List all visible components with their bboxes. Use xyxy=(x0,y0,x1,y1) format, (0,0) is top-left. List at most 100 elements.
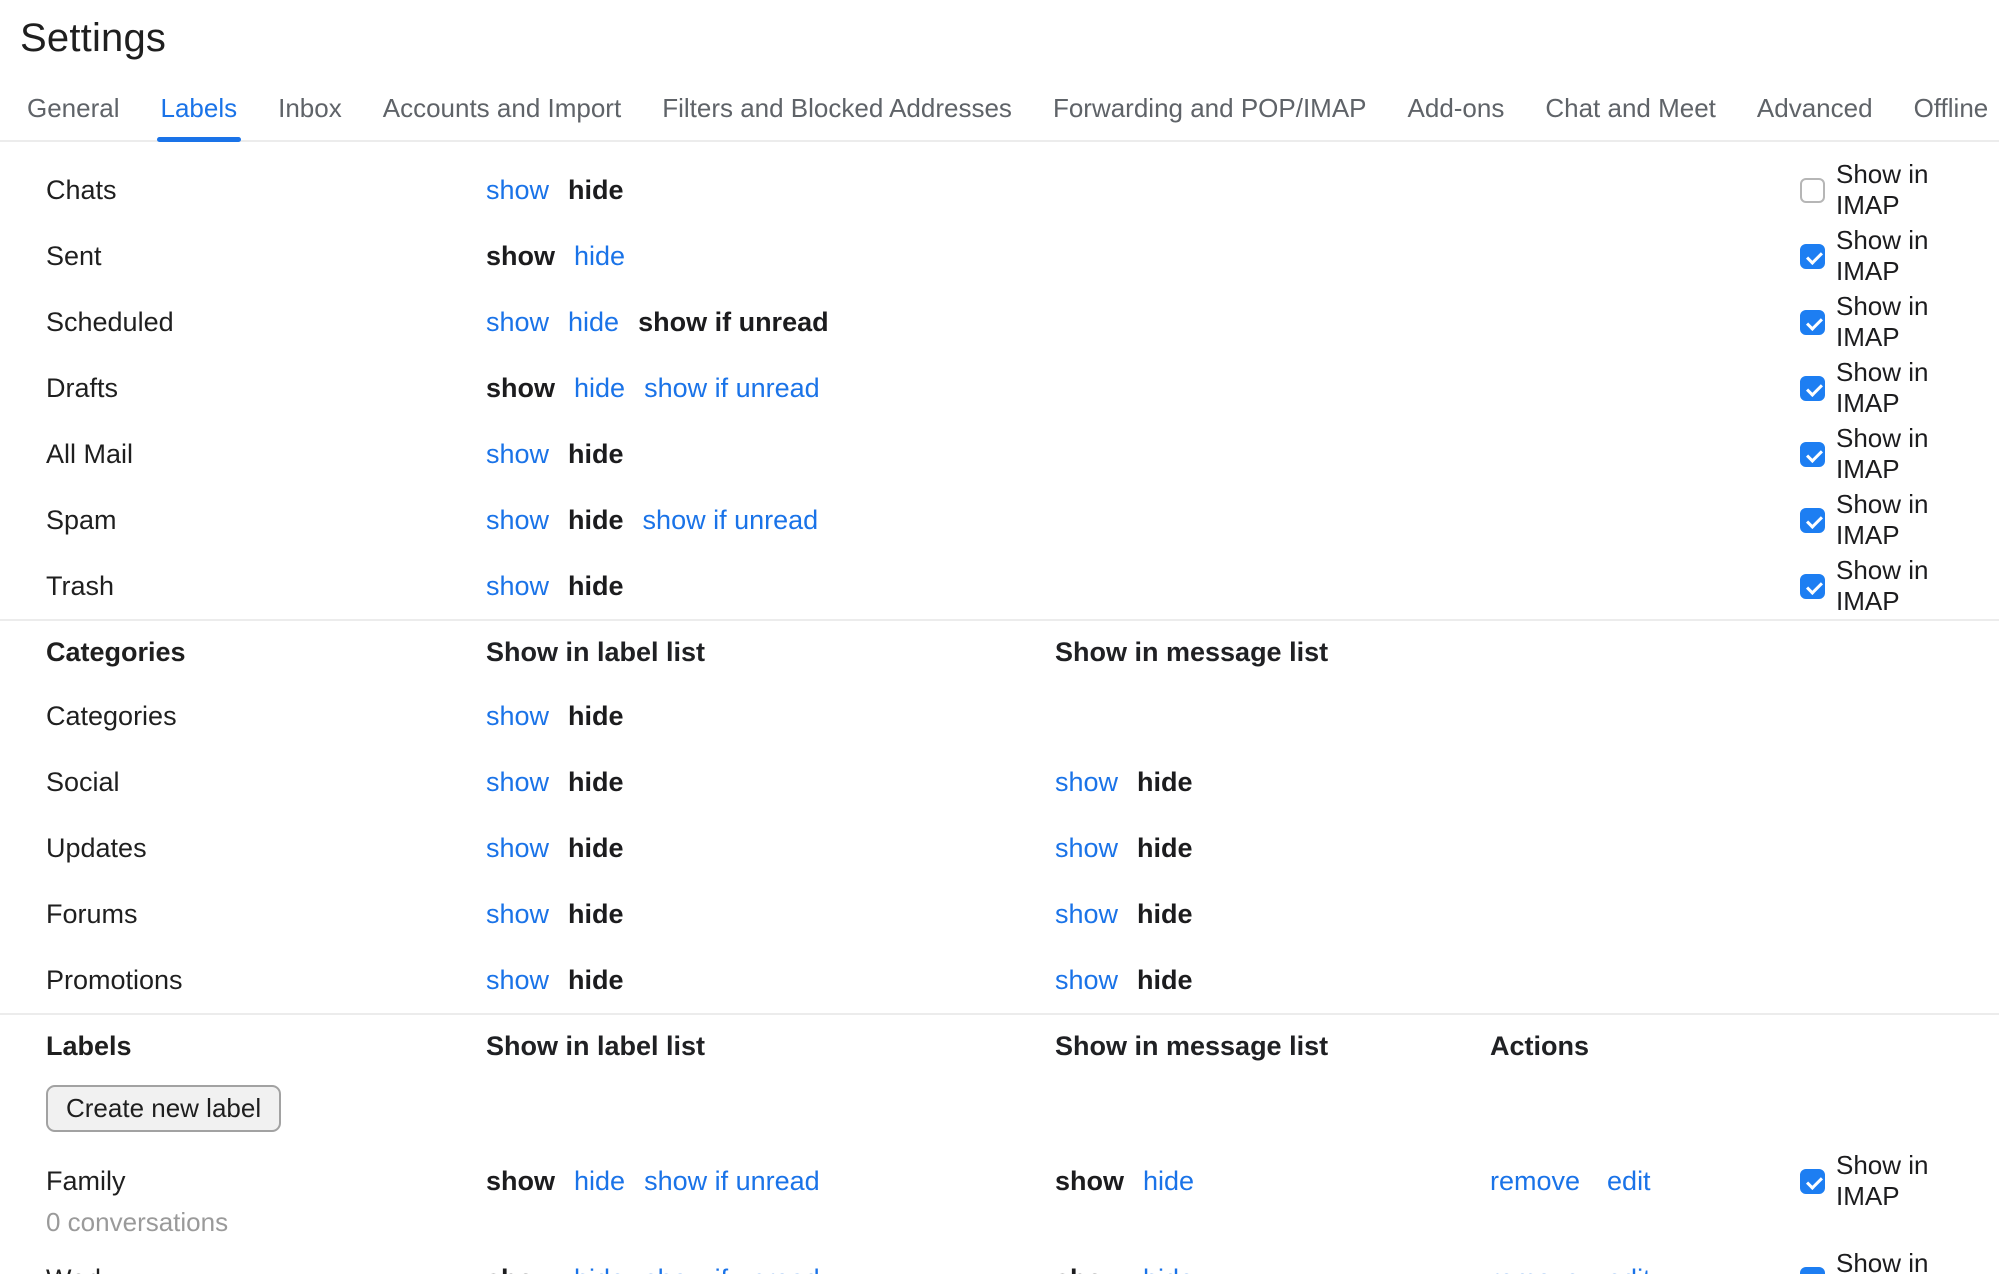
tab-advanced[interactable]: Advanced xyxy=(1757,93,1873,124)
column-header-actions: Actions xyxy=(1490,1031,1800,1062)
option-show[interactable]: show xyxy=(486,307,549,338)
option-show[interactable]: show xyxy=(486,571,549,602)
imap-cell: Show in IMAP xyxy=(1800,1150,1999,1212)
option-hide[interactable]: hide xyxy=(574,1264,625,1274)
options-cell: show hide xyxy=(486,965,1055,996)
options-cell: showhide xyxy=(486,767,1055,798)
tab-forwarding-and-pop-imap[interactable]: Forwarding and POP/IMAP xyxy=(1053,93,1367,124)
option-hide: hide xyxy=(1137,767,1193,798)
imap-cell: Show in IMAP xyxy=(1800,225,1999,287)
tab-chat-and-meet[interactable]: Chat and Meet xyxy=(1545,93,1716,124)
option-show[interactable]: show xyxy=(486,505,549,536)
option-hide: hide xyxy=(1137,833,1193,864)
edit-link[interactable]: edit xyxy=(1607,1166,1651,1197)
option-show[interactable]: show xyxy=(1055,833,1118,864)
column-header-message-list: Show in message list xyxy=(1055,637,1490,668)
label-name: All Mail xyxy=(46,439,133,470)
imap-checkbox[interactable] xyxy=(1800,442,1825,467)
imap-checkbox[interactable] xyxy=(1800,310,1825,335)
system-label-row: Spamshowhideshow if unreadShow in IMAP xyxy=(0,487,1999,553)
section-title-cell: Categories xyxy=(46,637,486,668)
imap-label: Show in IMAP xyxy=(1836,1150,1999,1212)
options-cell: show hide show if unread xyxy=(486,1166,1055,1197)
options-cell: show hide xyxy=(1055,965,1490,996)
tab-filters-and-blocked-addresses[interactable]: Filters and Blocked Addresses xyxy=(662,93,1012,124)
imap-cell: Show in IMAP xyxy=(1800,423,1999,485)
actions-cell: remove edit xyxy=(1490,1166,1800,1197)
imap-checkbox[interactable] xyxy=(1800,574,1825,599)
option-show-if-unread[interactable]: show if unread xyxy=(644,1166,820,1197)
imap-checkbox[interactable] xyxy=(1800,1169,1825,1194)
system-label-row: Draftsshowhideshow if unreadShow in IMAP xyxy=(0,355,1999,421)
option-show[interactable]: show xyxy=(486,767,549,798)
option-hide[interactable]: hide xyxy=(574,373,625,404)
imap-checkbox[interactable] xyxy=(1800,178,1825,203)
option-hide[interactable]: hide xyxy=(568,307,619,338)
options-cell: show hide xyxy=(486,571,1055,602)
options-cell: showhide xyxy=(486,701,1055,732)
option-hide[interactable]: hide xyxy=(1143,1264,1194,1274)
label-name: Chats xyxy=(46,175,117,206)
option-hide[interactable]: hide xyxy=(574,1166,625,1197)
imap-checkbox[interactable] xyxy=(1800,1267,1825,1274)
option-hide: hide xyxy=(568,571,624,602)
label-name: Family xyxy=(46,1166,126,1197)
tab-offline[interactable]: Offline xyxy=(1914,93,1989,124)
system-labels-section: ChatsshowhideShow in IMAPSentshowhideSho… xyxy=(0,142,1999,619)
tab-add-ons[interactable]: Add-ons xyxy=(1408,93,1505,124)
option-hide: hide xyxy=(568,439,624,470)
label-name-cell: Chats xyxy=(46,175,486,206)
label-name: Promotions xyxy=(46,965,183,996)
imap-checkbox[interactable] xyxy=(1800,244,1825,269)
category-row: Forumsshowhideshowhide xyxy=(0,881,1999,947)
option-show[interactable]: show xyxy=(486,439,549,470)
label-name-cell: Categories xyxy=(46,701,486,732)
label-name-cell: Drafts xyxy=(46,373,486,404)
categories-header-row: CategoriesShow in label listShow in mess… xyxy=(0,621,1999,683)
tab-accounts-and-import[interactable]: Accounts and Import xyxy=(383,93,621,124)
option-hide: hide xyxy=(568,833,624,864)
option-show-if-unread[interactable]: show if unread xyxy=(644,373,820,404)
categories-section: CategoriesShow in label listShow in mess… xyxy=(0,621,1999,1013)
edit-link[interactable]: edit xyxy=(1607,1264,1651,1274)
user-label-row: Workshowhideshow if unreadshowhideremove… xyxy=(0,1248,1999,1274)
option-show: show xyxy=(486,1166,555,1197)
option-show: show xyxy=(486,373,555,404)
tab-general[interactable]: General xyxy=(27,93,120,124)
imap-label: Show in IMAP xyxy=(1836,555,1999,617)
imap-checkbox[interactable] xyxy=(1800,508,1825,533)
option-show[interactable]: show xyxy=(486,833,549,864)
label-name-cell: Spam xyxy=(46,505,486,536)
option-hide: hide xyxy=(1137,965,1193,996)
options-cell: show hide xyxy=(486,439,1055,470)
option-hide: hide xyxy=(1137,899,1193,930)
tab-inbox[interactable]: Inbox xyxy=(278,93,342,124)
option-show[interactable]: show xyxy=(486,701,549,732)
option-show[interactable]: show xyxy=(1055,767,1118,798)
options-cell: showhide xyxy=(1055,1166,1490,1197)
options-cell: showhide xyxy=(486,899,1055,930)
create-new-label-button[interactable]: Create new label xyxy=(46,1085,281,1132)
conversation-count: 0 conversations xyxy=(0,1200,1999,1244)
option-hide: hide xyxy=(568,965,624,996)
options-cell: showhide xyxy=(1055,1264,1490,1274)
option-show[interactable]: show xyxy=(1055,899,1118,930)
label-name: Updates xyxy=(46,833,147,864)
imap-checkbox[interactable] xyxy=(1800,376,1825,401)
tab-labels[interactable]: Labels xyxy=(161,93,238,124)
label-name-cell: Family xyxy=(46,1166,486,1197)
option-show[interactable]: show xyxy=(486,965,549,996)
remove-link[interactable]: remove xyxy=(1490,1264,1580,1274)
system-label-row: SentshowhideShow in IMAP xyxy=(0,223,1999,289)
label-name-cell: All Mail xyxy=(46,439,486,470)
option-show[interactable]: show xyxy=(1055,965,1118,996)
remove-link[interactable]: remove xyxy=(1490,1166,1580,1197)
option-show[interactable]: show xyxy=(486,899,549,930)
label-name-cell: Social xyxy=(46,767,486,798)
option-show-if-unread[interactable]: show if unread xyxy=(644,1264,820,1274)
option-show-if-unread[interactable]: show if unread xyxy=(643,505,819,536)
options-cell: showhideshow if unread xyxy=(486,505,1055,536)
option-show[interactable]: show xyxy=(486,175,549,206)
option-hide[interactable]: hide xyxy=(1143,1166,1194,1197)
option-hide[interactable]: hide xyxy=(574,241,625,272)
